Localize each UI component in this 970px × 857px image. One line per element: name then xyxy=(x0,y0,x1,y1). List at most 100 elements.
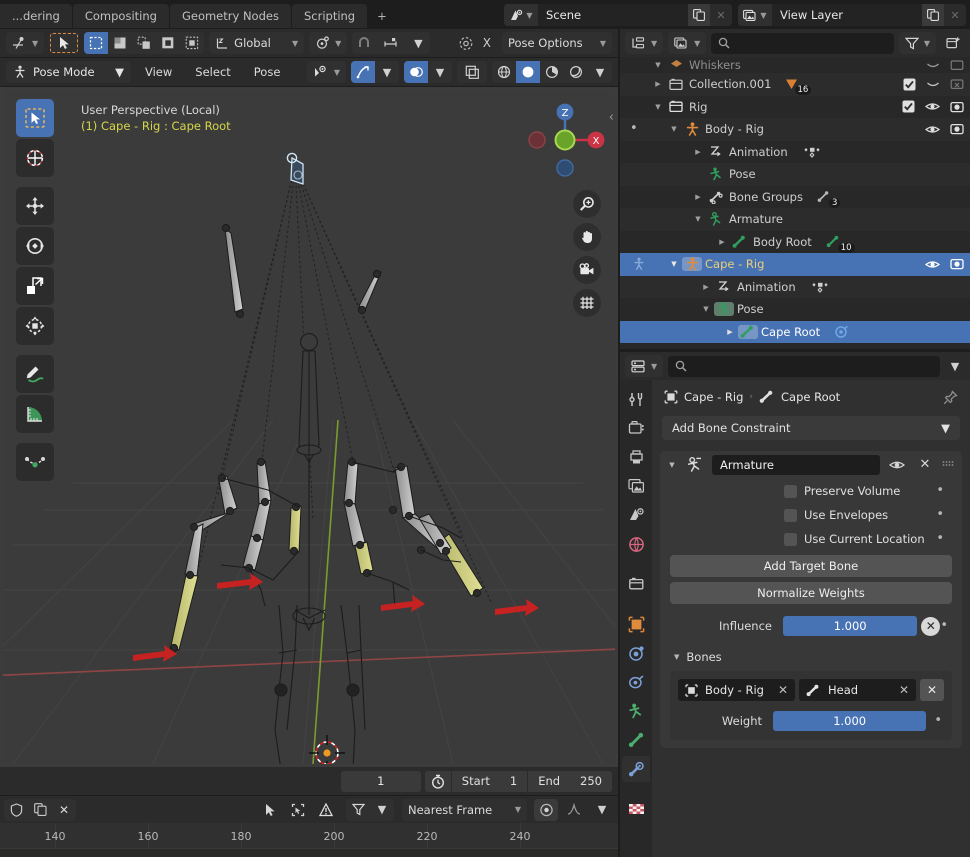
expand-triangle-icon[interactable]: ▶ xyxy=(690,193,706,201)
breadcrumb-object-label[interactable]: Cape - Rig xyxy=(684,390,743,404)
chevron-down-icon[interactable]: ▼ xyxy=(406,32,431,54)
properties-tab-view-layer[interactable] xyxy=(622,473,650,499)
transform-orientation-dropdown[interactable]: Global ▼ xyxy=(209,32,305,54)
outliner-row-bone-groups[interactable]: ▶ Bone Groups 3 xyxy=(620,186,970,209)
proportional-edit-icon[interactable] xyxy=(534,798,558,821)
outliner-row-body-root[interactable]: ▶ Body Root 10 xyxy=(620,231,970,254)
properties-options-chevron-icon[interactable]: ▼ xyxy=(945,355,965,377)
outliner-row-animation-body[interactable]: ▶ Animation xyxy=(620,141,970,164)
funnel-icon[interactable] xyxy=(346,798,370,821)
pose-options-dropdown[interactable]: Pose Options ▼ xyxy=(502,32,612,54)
expand-triangle-icon[interactable]: ▼ xyxy=(650,103,666,111)
eye-closed-icon[interactable] xyxy=(926,79,940,90)
proportional-falloff-label[interactable]: X xyxy=(483,36,497,50)
warning-icon[interactable] xyxy=(314,799,338,821)
outliner-display-mode-dropdown[interactable]: ▼ xyxy=(625,32,664,54)
outliner-filter-dropdown[interactable]: ▼ xyxy=(898,32,936,54)
outliner-row-cape-root[interactable]: ▶ Cape Root xyxy=(620,320,970,343)
mode-selector[interactable]: Pose Mode ▼ xyxy=(6,61,131,83)
current-frame-field[interactable]: 1 xyxy=(340,770,421,792)
expand-triangle-icon[interactable]: ▼ xyxy=(650,61,666,69)
snap-mode-dropdown[interactable]: Nearest Frame ▼ xyxy=(402,798,527,821)
wireframe-shading-icon[interactable] xyxy=(492,61,516,83)
tool-rotate[interactable] xyxy=(16,227,54,265)
animate-property-dot[interactable]: • xyxy=(940,619,954,632)
snap-magnet-icon[interactable] xyxy=(352,32,377,54)
new-collection-icon[interactable] xyxy=(941,32,965,54)
duplicate-icon[interactable] xyxy=(688,4,710,26)
editor-type-selector[interactable]: ▼ xyxy=(6,32,45,54)
pivot-point-dropdown[interactable]: ▼ xyxy=(309,32,348,54)
outliner-row-pose-cape[interactable]: ▼ Pose xyxy=(620,298,970,321)
falloff-chevron-icon[interactable]: ▼ xyxy=(590,799,614,821)
outliner-row-body-rig[interactable]: • ▼ Body - Rig xyxy=(620,118,970,141)
clear-bone-icon[interactable]: ✕ xyxy=(899,683,909,697)
outliner-row-rig[interactable]: ▼ Rig xyxy=(620,96,970,119)
xray-icon[interactable] xyxy=(457,61,487,83)
timer-icon[interactable] xyxy=(425,774,451,789)
tool-annotate[interactable] xyxy=(16,355,54,393)
tool-measure[interactable] xyxy=(16,395,54,433)
scene-name[interactable]: Scene xyxy=(538,4,688,26)
close-icon[interactable]: ✕ xyxy=(710,4,732,26)
preserve-volume-row[interactable]: Preserve Volume • xyxy=(660,480,962,502)
snap-increment-icon[interactable] xyxy=(376,32,407,54)
use-current-location-checkbox[interactable] xyxy=(784,532,797,546)
camera-icon[interactable] xyxy=(950,258,964,270)
expand-triangle-icon[interactable]: ▶ xyxy=(714,238,730,246)
camera-icon[interactable] xyxy=(950,123,964,135)
dopesheet-channels-area[interactable] xyxy=(0,848,618,857)
preserve-volume-checkbox[interactable] xyxy=(784,484,797,498)
properties-tab-object-constraint[interactable] xyxy=(622,669,650,695)
expand-triangle-icon[interactable]: ▼ xyxy=(690,215,706,223)
overlays-chevron-icon[interactable]: ▼ xyxy=(428,61,452,83)
animate-property-dot[interactable]: • xyxy=(926,714,944,727)
camera-icon[interactable] xyxy=(573,256,601,284)
expand-triangle-icon[interactable]: ▼ xyxy=(666,260,682,268)
camera-disabled-icon[interactable] xyxy=(950,59,964,71)
tool-scale[interactable] xyxy=(16,267,54,305)
zoom-icon[interactable] xyxy=(573,190,601,218)
properties-tab-physics[interactable] xyxy=(622,640,650,666)
breadcrumb-bone-label[interactable]: Cape Root xyxy=(781,390,840,404)
add-target-bone-button[interactable]: Add Target Bone xyxy=(670,555,952,577)
animate-property-dot[interactable]: • xyxy=(936,484,954,497)
target-object-field[interactable]: Body - Rig ✕ xyxy=(678,679,795,701)
expand-triangle-icon[interactable]: ▼ xyxy=(666,125,682,133)
outliner-row-whiskers[interactable]: ▼ Whiskers xyxy=(620,57,970,73)
weight-slider[interactable]: 1.000 xyxy=(773,711,927,731)
menu-pose[interactable]: Pose xyxy=(245,61,290,83)
outliner-row-collection-001[interactable]: ▶ Collection.001 16 xyxy=(620,73,970,96)
viewport-3d[interactable]: User Perspective (Local) (1) Cape - Rig … xyxy=(0,87,618,767)
pin-icon[interactable] xyxy=(943,389,958,405)
gizmo-icon[interactable] xyxy=(351,61,375,83)
expand-triangle-icon[interactable]: ▼ xyxy=(698,305,714,313)
eye-icon[interactable] xyxy=(886,459,908,471)
properties-tab-bone[interactable] xyxy=(622,727,650,753)
checkbox-checked-icon[interactable] xyxy=(903,78,916,91)
viewport-canvas[interactable]: User Perspective (Local) (1) Cape - Rig … xyxy=(3,90,615,764)
close-icon[interactable]: ✕ xyxy=(52,798,76,821)
workspace-tab-scripting[interactable]: Scripting xyxy=(291,4,368,28)
scene-selector[interactable]: ▼ Scene ✕ xyxy=(504,4,732,26)
properties-tab-bone-constraint[interactable] xyxy=(622,756,650,782)
expand-triangle-icon[interactable]: ▶ xyxy=(690,148,706,156)
animate-property-dot[interactable]: • xyxy=(936,508,954,521)
frame-end-field[interactable]: End 250 xyxy=(527,770,612,792)
properties-tab-world[interactable] xyxy=(622,531,650,557)
x-circle-icon[interactable]: ✕ xyxy=(921,616,941,636)
bones-section-header[interactable]: ▼ Bones xyxy=(660,638,962,664)
close-icon[interactable]: ✕ xyxy=(944,4,966,26)
properties-tab-armature-data[interactable] xyxy=(622,698,650,724)
use-current-location-row[interactable]: Use Current Location • xyxy=(660,528,962,550)
menu-select[interactable]: Select xyxy=(186,61,239,83)
falloff-curve-icon[interactable] xyxy=(562,799,586,821)
eye-icon[interactable] xyxy=(925,124,940,135)
view-layer-name[interactable]: View Layer xyxy=(772,4,922,26)
properties-tab-scene[interactable] xyxy=(622,502,650,528)
cursor-arrow-icon[interactable] xyxy=(258,799,282,821)
properties-tab-material[interactable] xyxy=(622,796,650,822)
shield-icon[interactable] xyxy=(4,798,28,821)
close-icon[interactable]: ✕ xyxy=(914,457,936,472)
copy-icon[interactable] xyxy=(28,798,52,821)
